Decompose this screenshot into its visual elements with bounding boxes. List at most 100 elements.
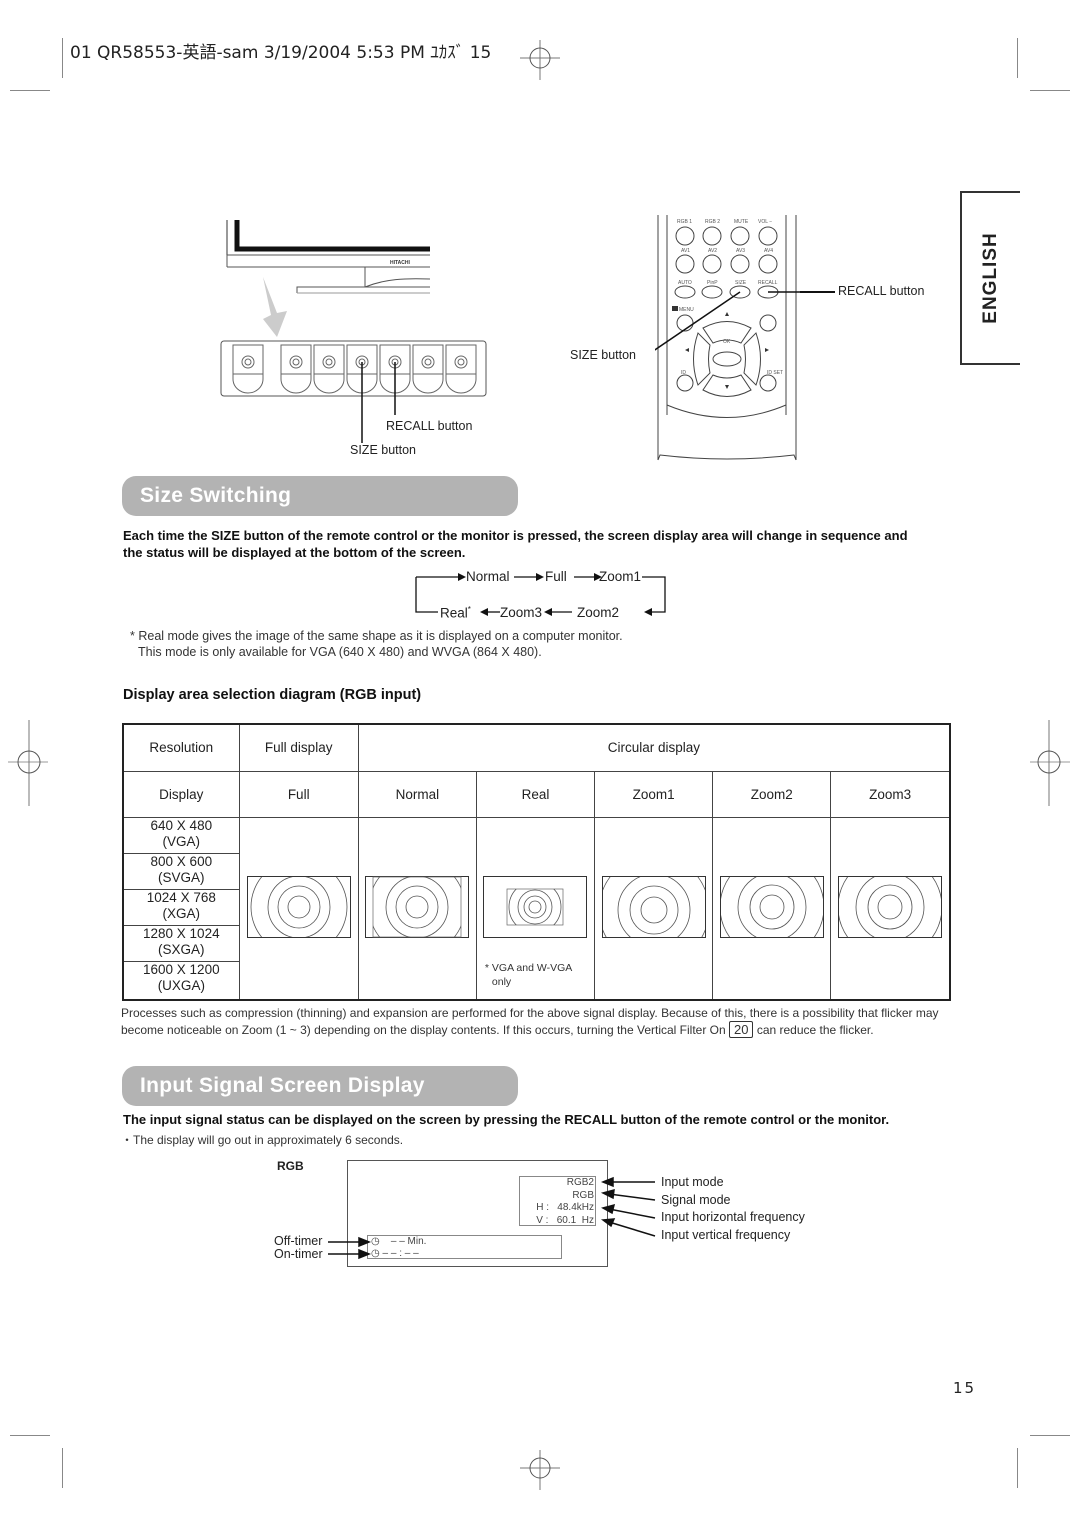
crop-mark bbox=[62, 38, 63, 78]
target-ring bbox=[287, 895, 311, 919]
target-ring bbox=[877, 894, 903, 920]
svg-text:SIZE: SIZE bbox=[735, 280, 747, 286]
input-signal-intro: The input signal status can be displayed… bbox=[123, 1112, 890, 1127]
cell-zoom3 bbox=[830, 816, 951, 1001]
section-title-size-switching: Size Switching bbox=[122, 476, 518, 516]
target-ring bbox=[759, 894, 785, 920]
cycle-real: Real* bbox=[440, 605, 471, 621]
registration-mark-bottom bbox=[520, 1450, 560, 1490]
svg-text:RECALL: RECALL bbox=[758, 280, 778, 286]
registration-mark-left bbox=[8, 720, 48, 806]
osd-label-rgb: RGB bbox=[277, 1159, 304, 1173]
resolution-size: 1024 X 768 bbox=[146, 889, 216, 905]
monitor-recall-callout: RECALL button bbox=[386, 419, 473, 433]
target-ring bbox=[250, 876, 348, 937]
cell-real: * VGA and W-VGA only bbox=[475, 816, 596, 1001]
brand-logo: HITACHI bbox=[390, 260, 411, 266]
resolution-name: (UXGA) bbox=[157, 977, 205, 993]
svg-text:RGB 1: RGB 1 bbox=[677, 219, 692, 225]
target-ring bbox=[518, 889, 553, 925]
remote-illustration: RGB 1 RGB 2 MUTE VOL − AV1 AV2 AV3 AV4 AUTO Pin… bbox=[655, 215, 800, 461]
svg-text:AV3: AV3 bbox=[736, 248, 745, 254]
screen-frame bbox=[719, 875, 824, 938]
svg-text:ID: ID bbox=[681, 370, 686, 376]
screen-frame bbox=[483, 875, 588, 938]
on-timer-label: On-timer bbox=[274, 1247, 323, 1261]
target-ring bbox=[529, 900, 542, 914]
zoom1-display-preview bbox=[601, 875, 706, 938]
svg-text:AUTO: AUTO bbox=[678, 280, 692, 286]
target-ring bbox=[524, 895, 547, 919]
input-signal-bullet: ・The display will go out in approximatel… bbox=[121, 1133, 404, 1147]
resolution-vga: 640 X 480 (VGA) bbox=[124, 818, 239, 854]
registration-mark-right bbox=[1030, 720, 1070, 806]
col-normal: Normal bbox=[357, 770, 477, 818]
svg-text:OK: OK bbox=[723, 339, 731, 345]
svg-text:AV1: AV1 bbox=[681, 248, 690, 254]
remote-recall-leader bbox=[800, 291, 835, 293]
svg-text:MENU: MENU bbox=[679, 307, 694, 313]
crop-mark bbox=[10, 1435, 50, 1436]
cycle-normal: Normal bbox=[466, 569, 510, 584]
display-area-table: Resolution Full display Circular display… bbox=[122, 723, 951, 1001]
remote-recall-callout: RECALL button bbox=[838, 284, 925, 298]
off-timer-label: Off-timer bbox=[274, 1234, 323, 1248]
header-resolution: Resolution bbox=[122, 723, 240, 772]
col-zoom1: Zoom1 bbox=[594, 770, 714, 818]
input-mode-label: Input mode bbox=[661, 1175, 724, 1189]
cell-normal bbox=[357, 816, 477, 1001]
crop-mark bbox=[1017, 1448, 1018, 1488]
target-ring bbox=[277, 885, 321, 929]
real-footnote-line1: * Real mode gives the image of the same … bbox=[130, 629, 623, 643]
resolution-size: 800 X 600 bbox=[150, 853, 213, 869]
cycle-zoom1: Zoom1 bbox=[599, 569, 642, 584]
real-footnote-line2: This mode is only available for VGA (640… bbox=[138, 645, 542, 659]
target-ring bbox=[640, 896, 668, 924]
diagram-title: Display area selection diagram (RGB inpu… bbox=[123, 687, 422, 703]
page-ref-20-link[interactable]: 20 bbox=[729, 1021, 754, 1038]
language-tab-label: ENGLISH bbox=[980, 232, 1001, 324]
svg-text:RGB 2: RGB 2 bbox=[705, 219, 720, 225]
col-zoom2: Zoom2 bbox=[712, 770, 832, 818]
crop-mark bbox=[62, 1448, 63, 1488]
real-display-preview bbox=[483, 875, 588, 938]
resolution-size: 1600 X 1200 bbox=[143, 961, 220, 977]
resolution-size: 1280 X 1024 bbox=[143, 925, 220, 941]
resolution-size: 640 X 480 bbox=[150, 817, 213, 833]
flicker-note: Processes such as compression (thinning)… bbox=[121, 1005, 951, 1038]
target-ring bbox=[373, 876, 462, 937]
h-freq-label: Input horizontal frequency bbox=[661, 1210, 805, 1224]
resolution-uxga: 1600 X 1200 (UXGA) bbox=[124, 962, 239, 997]
page-number: 15 bbox=[953, 1379, 977, 1397]
v-freq-label: Input vertical frequency bbox=[661, 1228, 791, 1242]
svg-text:AV2: AV2 bbox=[708, 248, 717, 254]
flicker-note-text-end: can reduce the flicker. bbox=[756, 1023, 874, 1037]
real-note-line2: only bbox=[491, 976, 512, 988]
cycle-real-asterisk: * bbox=[467, 605, 471, 614]
target-ring bbox=[629, 885, 679, 935]
target-ring bbox=[617, 876, 690, 937]
cell-zoom1 bbox=[594, 816, 714, 1001]
section-title-input-signal: Input Signal Screen Display bbox=[122, 1066, 518, 1106]
svg-text:MUTE: MUTE bbox=[734, 219, 749, 225]
screen-frame bbox=[838, 875, 943, 938]
real-note: * VGA and W-VGA only bbox=[485, 961, 572, 989]
language-tab: ENGLISH bbox=[960, 191, 1020, 365]
crop-mark bbox=[1030, 1435, 1070, 1436]
target-ring bbox=[867, 884, 913, 930]
header-circular-display: Circular display bbox=[357, 723, 951, 772]
resolution-svga: 800 X 600 (SVGA) bbox=[124, 854, 239, 890]
real-note-line1: * VGA and W-VGA bbox=[484, 962, 573, 974]
target-ring bbox=[405, 895, 429, 919]
cycle-zoom3: Zoom3 bbox=[500, 605, 543, 620]
target-ring bbox=[385, 876, 449, 937]
cell-zoom2 bbox=[712, 816, 832, 1001]
col-full: Full bbox=[238, 770, 359, 818]
resolution-name: (SVGA) bbox=[158, 869, 205, 885]
col-real: Real bbox=[475, 770, 596, 818]
target-ring bbox=[395, 885, 439, 929]
size-switching-intro: Each time the SIZE button of the remote … bbox=[123, 528, 908, 560]
monitor-size-callout: SIZE button bbox=[350, 443, 417, 457]
svg-text:PinP: PinP bbox=[707, 280, 718, 286]
crop-mark bbox=[10, 90, 50, 91]
